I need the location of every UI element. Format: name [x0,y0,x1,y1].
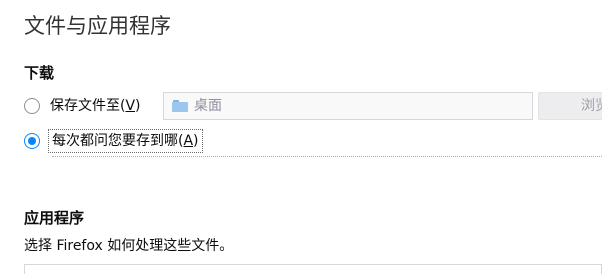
download-folder-name: 桌面 [194,98,222,114]
folder-icon [172,100,188,112]
applications-description: 选择 Firefox 如何处理这些文件。 [24,238,234,254]
browse-button[interactable]: 浏览 [538,92,602,120]
always-ask-text: 每次都问您要存到哪 [52,133,178,149]
save-to-folder-access-key: V [125,98,136,114]
always-ask-label[interactable]: 每次都问您要存到哪(A) [48,129,203,153]
save-to-folder-radio[interactable] [24,98,40,114]
always-ask-option[interactable]: 每次都问您要存到哪(A) [24,129,203,153]
applications-heading: 应用程序 [24,209,85,227]
downloads-heading: 下载 [24,64,55,82]
save-to-folder-option[interactable]: 保存文件至(V) [24,95,141,117]
always-ask-radio[interactable] [24,133,40,149]
always-ask-access-key: A [183,133,194,149]
applications-search-input[interactable] [24,264,602,274]
focus-outline [52,156,602,157]
download-folder-field[interactable]: 桌面 [163,92,533,120]
save-to-folder-label[interactable]: 保存文件至(V) [50,96,141,116]
page-title: 文件与应用程序 [24,14,171,38]
save-to-folder-text: 保存文件至 [50,98,120,114]
